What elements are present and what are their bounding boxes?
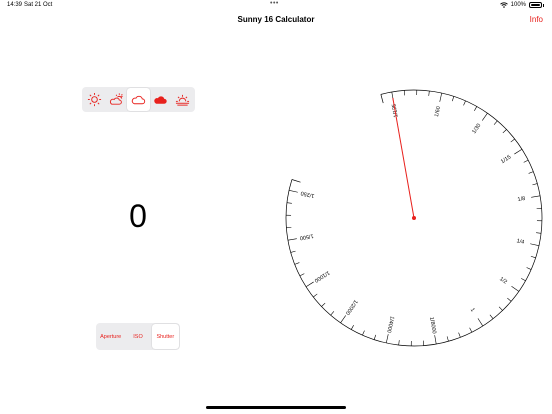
dial-minor-tick — [469, 327, 473, 333]
dial-major-tick — [287, 238, 297, 241]
weather-slight-overcast-button[interactable] — [105, 88, 127, 111]
dial-minor-tick — [286, 202, 292, 204]
dial-minor-tick — [458, 332, 461, 338]
dial-minor-tick — [428, 90, 430, 96]
cloud-filled-icon — [154, 96, 167, 104]
dial-major-tick — [482, 112, 488, 121]
dial-major-tick — [477, 318, 484, 327]
dial-minor-tick — [526, 267, 532, 270]
dial-minor-tick — [523, 159, 529, 163]
mode-iso-button[interactable]: ISO — [124, 324, 151, 349]
battery-tip — [543, 3, 544, 7]
exposure-value: 0 — [129, 198, 147, 234]
battery-percent: 100% — [510, 2, 526, 8]
page-title: Sunny 16 Calculator — [237, 15, 315, 24]
battery-icon — [529, 2, 542, 8]
dial-minor-tick — [321, 302, 326, 307]
dial-minor-tick — [446, 336, 449, 342]
dial-minor-tick — [451, 96, 455, 102]
dial-start-cap — [380, 94, 384, 104]
dial-minor-tick — [398, 340, 400, 346]
status-time: 14:39 — [7, 2, 23, 8]
weather-sunny-button[interactable] — [83, 88, 105, 111]
dial-major-tick — [531, 195, 541, 198]
dial-minor-tick — [510, 138, 515, 143]
dial-minor-tick — [498, 306, 503, 311]
wifi-icon — [499, 2, 508, 8]
dial-label: 1/500 — [299, 232, 314, 240]
dial-minor-tick — [474, 106, 478, 111]
dial-minor-tick — [362, 330, 365, 336]
dial-major-tick — [511, 286, 520, 292]
dial-minor-tick — [350, 325, 354, 330]
dial-minor-tick — [532, 183, 538, 186]
dial-label: 1/4 — [516, 238, 525, 246]
dial-label: 1 — [469, 307, 476, 313]
weather-overcast-button[interactable] — [127, 88, 150, 111]
dial-needle — [392, 97, 416, 220]
dial-label: 1/15 — [500, 154, 512, 165]
weather-selector — [82, 87, 195, 112]
dial-label: 1/2000 — [344, 298, 359, 315]
dial-major-tick — [340, 315, 346, 324]
dial-hub — [412, 216, 416, 220]
sun-icon — [87, 92, 101, 107]
dial-label: 1/30 — [471, 123, 482, 135]
dial-minor-tick — [502, 129, 507, 134]
shutter-dial[interactable]: 1/1251/601/301/151/81/41/211/80001/40001… — [276, 80, 552, 356]
dial-minor-tick — [528, 171, 534, 174]
dial-major-tick — [305, 281, 314, 288]
dial-label: 1/2 — [498, 276, 508, 285]
sun-behind-cloud-icon — [109, 93, 123, 105]
dial-major-tick — [514, 148, 523, 155]
dial-minor-tick — [489, 314, 494, 319]
status-date: Sat 21 Oct — [24, 2, 53, 8]
weather-heavy-overcast-button[interactable] — [150, 88, 172, 111]
dial-minor-tick — [294, 262, 300, 265]
dial-minor-tick — [313, 293, 318, 298]
status-bar: 14:39 Sat 21 Oct ••• 100% — [0, 0, 552, 12]
info-button[interactable]: Info — [530, 15, 543, 24]
sunset-icon — [176, 94, 190, 106]
dial-label: 1/8 — [517, 196, 526, 203]
dial-minor-tick — [373, 334, 377, 340]
dial-label: 1/250 — [300, 190, 315, 199]
cloud-icon — [131, 95, 146, 105]
dial-minor-tick — [463, 100, 466, 106]
dial-label: 1/8000 — [428, 317, 437, 335]
dial-minor-tick — [493, 120, 498, 125]
mode-shutter-button[interactable]: Shutter — [151, 324, 179, 349]
dial-label: 1/1000 — [313, 269, 330, 283]
dial-minor-tick — [507, 297, 512, 302]
dial-minor-tick — [536, 232, 542, 234]
dial-major-tick — [386, 334, 389, 344]
dial-major-tick — [530, 243, 540, 246]
mode-selector: Aperture ISO Shutter — [96, 323, 180, 350]
home-indicator[interactable] — [206, 406, 346, 409]
multitasking-dots[interactable]: ••• — [270, 0, 279, 7]
dial-minor-tick — [330, 311, 335, 316]
dial-needle-line — [392, 97, 415, 219]
status-right: 100% — [499, 2, 544, 8]
dial-minor-tick — [290, 250, 296, 253]
dial-label: 1/60 — [434, 106, 442, 118]
dial-minor-tick — [299, 273, 305, 277]
dial-major-tick — [434, 335, 437, 345]
mode-aperture-button[interactable]: Aperture — [97, 324, 124, 349]
dial-major-tick — [439, 92, 442, 102]
dial-minor-tick — [530, 255, 536, 259]
dial-end-cap — [291, 179, 301, 183]
dial-label: 1/4000 — [385, 315, 395, 333]
weather-sunset-button[interactable] — [172, 88, 194, 111]
dial-major-tick — [288, 190, 298, 193]
dial-minor-tick — [521, 278, 526, 282]
